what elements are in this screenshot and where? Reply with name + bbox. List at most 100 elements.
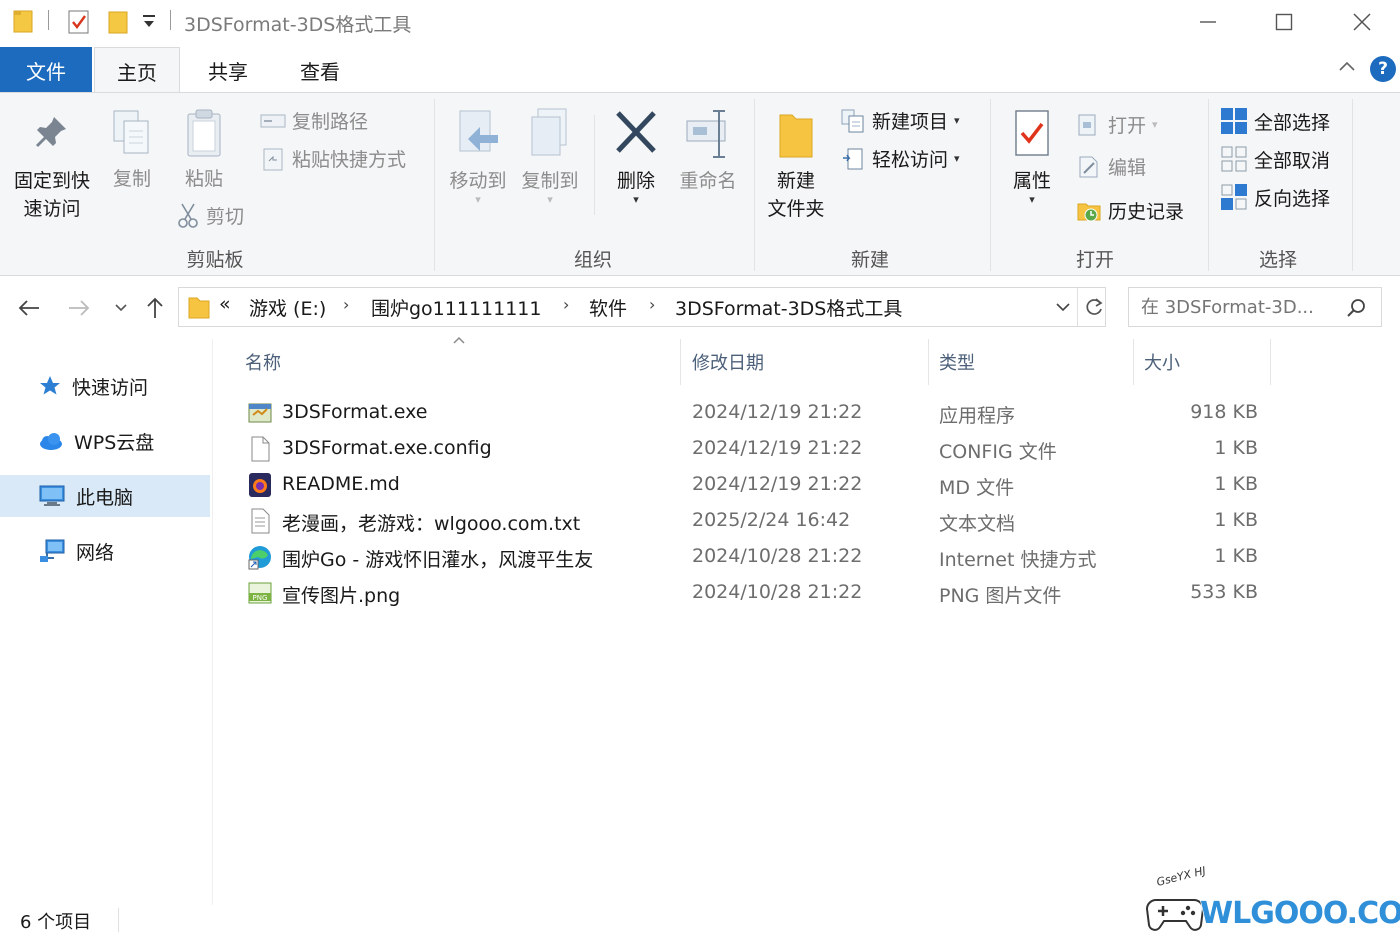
copy-path-icon (260, 114, 286, 127)
paste-shortcut-button[interactable]: 粘贴快捷方式 (260, 145, 406, 172)
file-row[interactable]: 老漫画，老游戏：wlgooo.com.txt 2025/2/24 16:42 文… (232, 503, 1272, 539)
back-button[interactable] (14, 293, 44, 323)
delete-x-icon (616, 111, 656, 153)
blank-file-icon (251, 436, 270, 462)
column-header-date[interactable]: 修改日期 (692, 349, 764, 375)
edge-icon (248, 546, 271, 570)
file-name: README.md (282, 473, 400, 495)
copy-path-button[interactable]: 复制路径 (260, 107, 368, 134)
tab-view[interactable]: 查看 (276, 47, 364, 93)
open-button[interactable]: 打开 ▾ (1076, 111, 1158, 138)
group-label-organize: 组织 (573, 249, 612, 271)
copy-button[interactable]: 复制 (106, 107, 158, 193)
history-button[interactable]: 历史记录 (1076, 197, 1184, 224)
nav-this-pc[interactable]: 此电脑 (0, 475, 210, 517)
select-all-button[interactable]: 全部选择 (1220, 107, 1330, 135)
invert-selection-button[interactable]: 反向选择 (1220, 183, 1330, 211)
up-button[interactable] (140, 293, 170, 323)
search-icon[interactable] (1345, 297, 1367, 319)
search-input[interactable] (1141, 294, 1341, 320)
file-date: 2025/2/24 16:42 (692, 509, 851, 531)
arrow-left-icon (18, 300, 39, 316)
rename-button[interactable]: 重命名 (672, 107, 744, 195)
address-history-chevron-icon[interactable] (1055, 301, 1071, 313)
navigation-pane: 快速访问 WPS云盘 此电脑 网络 (0, 339, 212, 899)
nav-network[interactable]: 网络 (0, 530, 210, 572)
group-label-open: 打开 (1075, 249, 1114, 271)
nav-wps-cloud[interactable]: WPS云盘 (0, 420, 210, 462)
group-label-new: 新建 (850, 249, 889, 271)
easy-access-icon (843, 148, 863, 169)
folder-icon (12, 8, 36, 38)
navigation-bar: « 游戏 (E:) › 围炉go111111111 › 软件 › 3DSForm… (0, 277, 1400, 339)
close-button[interactable] (1324, 0, 1400, 44)
address-bar[interactable]: « 游戏 (E:) › 围炉go111111111 › 软件 › 3DSForm… (178, 287, 1106, 327)
properties-button[interactable]: 属性 ▾ (998, 107, 1066, 205)
breadcrumb-folder-1[interactable]: 围炉go111111111 (371, 294, 541, 321)
refresh-icon[interactable] (1083, 296, 1105, 318)
file-type: PNG 图片文件 (939, 585, 1062, 607)
watermark-text: WLGOOO.COM (1200, 896, 1400, 931)
column-header-name[interactable]: 名称 (245, 349, 281, 375)
file-type: MD 文件 (939, 477, 1015, 499)
pin-icon (36, 117, 66, 147)
chevron-right-icon[interactable]: › (563, 295, 569, 314)
file-row[interactable]: 3DSFormat.exe.config 2024/12/19 21:22 CO… (232, 431, 1272, 467)
file-type: Internet 快捷方式 (939, 549, 1097, 571)
folder-icon (188, 297, 210, 319)
arrow-right-icon (69, 300, 90, 316)
easy-access-button[interactable]: 轻松访问 ▾ (840, 145, 960, 172)
chevron-right-icon[interactable]: › (343, 295, 349, 314)
file-size: 533 KB (1190, 581, 1258, 603)
breadcrumb-folder-2[interactable]: 软件 (589, 294, 627, 321)
column-header-type[interactable]: 类型 (939, 349, 975, 375)
move-to-button[interactable]: 移动到 ▾ (442, 107, 514, 205)
chevron-down-icon (115, 304, 127, 312)
file-row[interactable]: 围炉Go - 游戏怀旧灌水，风渡平生友 2024/10/28 21:22 Int… (232, 539, 1272, 575)
forward-button[interactable] (64, 293, 94, 323)
file-row[interactable]: PNG 宣传图片.png 2024/10/28 21:22 PNG 图片文件 5… (232, 575, 1272, 611)
minimize-icon (1200, 21, 1216, 23)
recent-locations-button[interactable] (106, 293, 136, 323)
delete-button[interactable]: 删除 ▾ (604, 107, 668, 205)
paste-button[interactable]: 粘贴 (176, 107, 232, 193)
file-row[interactable]: 3DSFormat.exe 2024/12/19 21:22 应用程序 918 … (232, 395, 1272, 431)
file-date: 2024/12/19 21:22 (692, 473, 863, 495)
minimize-button[interactable] (1170, 0, 1246, 44)
help-icon[interactable]: ? (1370, 56, 1396, 82)
new-item-button[interactable]: 新建项目 ▾ (840, 107, 960, 134)
nav-quick-access[interactable]: 快速访问 (0, 365, 210, 407)
file-date: 2024/10/28 21:22 (692, 545, 863, 567)
text-file-icon (251, 508, 270, 534)
collapse-ribbon-icon[interactable] (1338, 58, 1356, 77)
cut-button[interactable]: 剪切 (176, 201, 244, 229)
paste-shortcut-icon (263, 148, 283, 170)
new-folder-icon (779, 114, 813, 158)
search-box[interactable] (1128, 287, 1382, 327)
tab-file[interactable]: 文件 (0, 47, 92, 93)
copy-to-button[interactable]: 复制到 ▾ (514, 107, 586, 205)
network-icon (40, 539, 65, 562)
edit-button[interactable]: 编辑 (1076, 153, 1146, 180)
maximize-button[interactable] (1246, 0, 1322, 44)
new-folder-quick-icon[interactable] (106, 8, 132, 40)
chevron-right-icon[interactable]: › (649, 295, 655, 314)
tab-share[interactable]: 共享 (184, 47, 272, 93)
properties-quick-icon[interactable] (66, 8, 92, 40)
file-row[interactable]: README.md 2024/12/19 21:22 MD 文件 1 KB (232, 467, 1272, 503)
breadcrumb-overflow[interactable]: « (219, 293, 231, 315)
tab-home[interactable]: 主页 (94, 47, 180, 94)
file-size: 1 KB (1214, 473, 1258, 495)
pin-to-quick-access-button[interactable]: 固定到快 速访问 (8, 111, 96, 223)
edit-icon (1079, 156, 1098, 177)
breadcrumb-drive[interactable]: 游戏 (E:) (249, 294, 326, 321)
computer-icon (39, 485, 65, 506)
breadcrumb-current[interactable]: 3DSFormat-3DS格式工具 (675, 294, 902, 321)
sort-ascending-icon (453, 336, 465, 344)
column-header-size[interactable]: 大小 (1144, 349, 1180, 375)
select-none-button[interactable]: 全部取消 (1220, 145, 1330, 173)
svg-text:PNG: PNG (253, 594, 268, 602)
open-icon (1078, 114, 1096, 135)
customize-quick-access-icon[interactable] (140, 12, 158, 36)
new-folder-button[interactable]: 新建 文件夹 (760, 107, 832, 223)
